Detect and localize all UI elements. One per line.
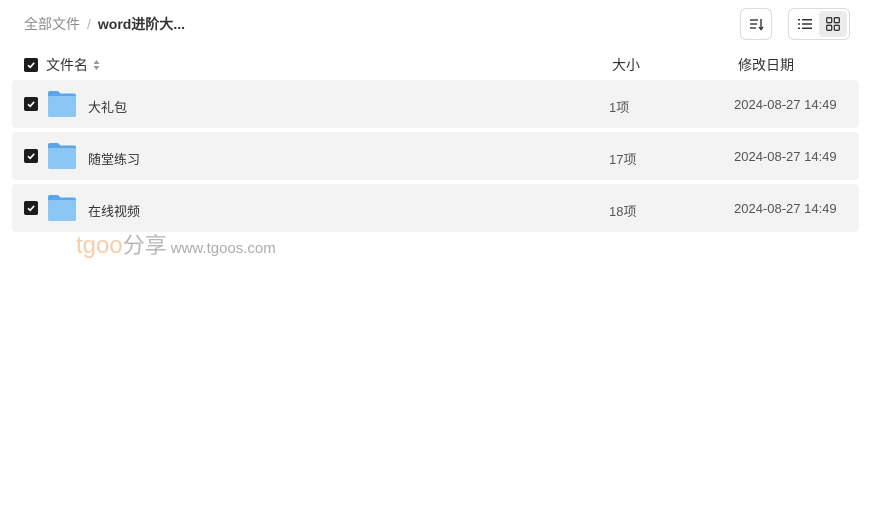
row-date: 2024-08-27 14:49 xyxy=(734,97,837,112)
size-column-header[interactable]: 大小 xyxy=(612,55,640,75)
watermark-brand: tgoo xyxy=(76,232,123,259)
row-size: 1项 xyxy=(609,100,630,115)
sort-icon xyxy=(750,19,764,31)
row-date: 2024-08-27 14:49 xyxy=(734,201,837,216)
row-size: 17项 xyxy=(609,152,637,167)
row-checkbox[interactable] xyxy=(24,97,38,111)
check-icon xyxy=(27,153,35,160)
watermark-url: www.tgoos.com xyxy=(170,240,276,257)
table-row[interactable]: 在线视频 18项 2024-08-27 14:49 xyxy=(12,184,859,232)
breadcrumb-separator: / xyxy=(87,16,91,32)
row-size: 18项 xyxy=(609,204,637,219)
breadcrumb-current: word进阶大... xyxy=(97,16,186,32)
list-view-icon xyxy=(798,19,812,29)
folder-icon xyxy=(48,91,76,117)
row-checkbox[interactable] xyxy=(24,201,38,215)
breadcrumb-root-link[interactable]: 全部文件 xyxy=(24,14,80,34)
select-all-checkbox[interactable] xyxy=(24,58,38,72)
grid-view-icon xyxy=(826,17,840,31)
grid-view-button[interactable] xyxy=(819,11,847,37)
table-header: 文件名 大小 修改日期 xyxy=(24,55,858,73)
row-date: 2024-08-27 14:49 xyxy=(734,149,837,164)
folder-icon xyxy=(48,195,76,221)
folder-icon xyxy=(48,143,76,169)
date-column-header[interactable]: 修改日期 xyxy=(738,55,794,75)
table-row[interactable]: 大礼包 1项 2024-08-27 14:49 xyxy=(12,80,859,128)
watermark: tgoo 分享 www.tgoos.com xyxy=(76,228,276,260)
check-icon xyxy=(27,205,35,212)
name-header-label: 文件名 xyxy=(46,57,88,73)
row-checkbox[interactable] xyxy=(24,149,38,163)
check-icon xyxy=(27,62,35,69)
row-name[interactable]: 在线视频 xyxy=(88,201,140,220)
view-toggle xyxy=(788,8,850,40)
breadcrumb: 全部文件 / word进阶大... xyxy=(24,15,185,33)
list-view-button[interactable] xyxy=(791,11,819,37)
watermark-share: 分享 xyxy=(122,233,167,258)
row-name[interactable]: 大礼包 xyxy=(88,97,127,116)
sort-button[interactable] xyxy=(740,8,772,40)
check-icon xyxy=(27,101,35,108)
table-row[interactable]: 随堂练习 17项 2024-08-27 14:49 xyxy=(12,132,859,180)
file-list: 大礼包 1项 2024-08-27 14:49 随堂练习 17项 2024-08… xyxy=(12,80,859,236)
name-column-header[interactable]: 文件名 xyxy=(24,55,100,75)
sort-toggle-icon[interactable] xyxy=(93,59,100,71)
row-name[interactable]: 随堂练习 xyxy=(88,149,140,168)
